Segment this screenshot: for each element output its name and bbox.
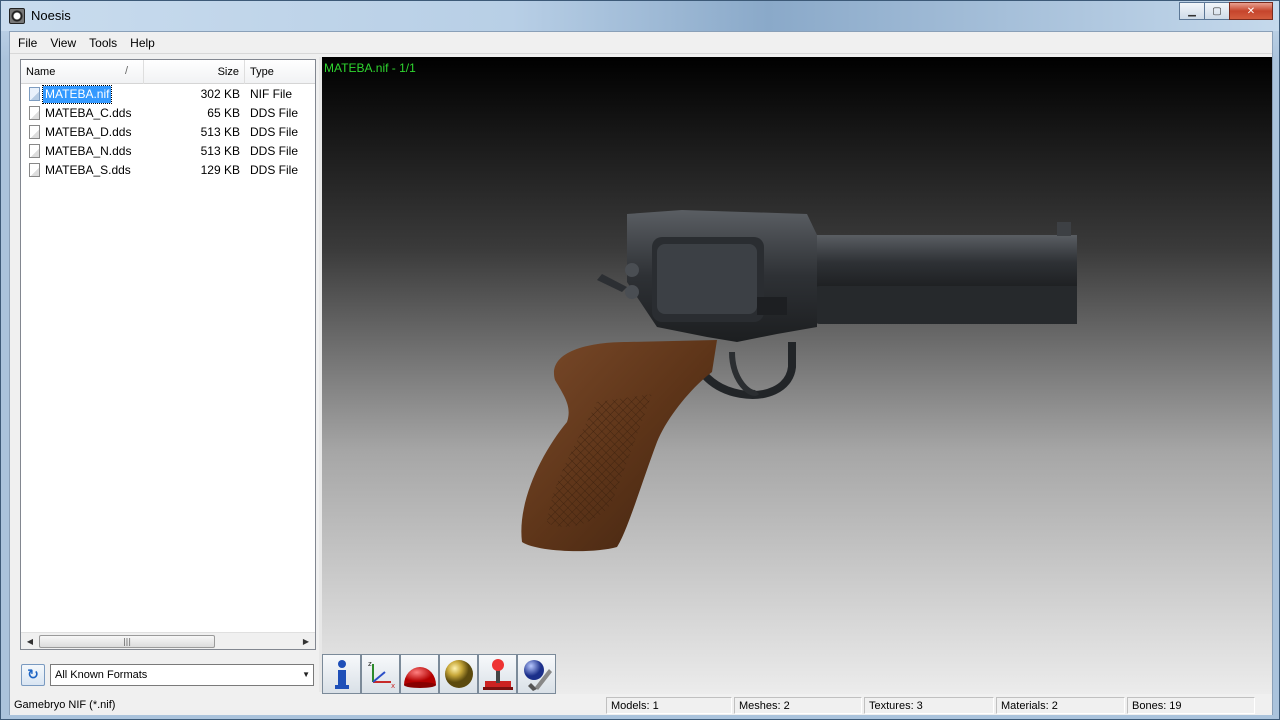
file-name: MATEBA.nif <box>41 85 113 104</box>
globe-brush-icon <box>523 660 552 691</box>
status-format: Gamebryo NIF (*.nif) <box>14 699 116 711</box>
file-size: 513 KB <box>200 144 240 158</box>
maximize-button[interactable]: ▢ <box>1204 2 1230 20</box>
file-type: DDS File <box>250 106 299 120</box>
file-row[interactable]: MATEBA_D.dds 513 KB DDS File <box>21 123 315 142</box>
joystick-button[interactable] <box>478 654 517 694</box>
model-viewport[interactable]: MATEBA.nif - 1/1 <box>322 57 1272 694</box>
joystick-icon <box>482 659 513 690</box>
app-window: Noesis ▁ ▢ ✕ File View Tools Help Name /… <box>0 0 1280 720</box>
file-list[interactable]: Name / Size Type MATEBA.nif 302 KB NIF F… <box>20 59 316 650</box>
file-size: 513 KB <box>200 125 240 139</box>
info-button[interactable] <box>322 654 361 694</box>
axes-button[interactable]: z x <box>361 654 400 694</box>
client-area: File View Tools Help Name / Size Type MA… <box>9 31 1273 715</box>
revolver-model <box>521 210 1077 552</box>
status-textures: Textures: 3 <box>864 697 994 714</box>
file-row[interactable]: MATEBA_C.dds 65 KB DDS File <box>21 104 315 123</box>
menu-view[interactable]: View <box>50 36 76 50</box>
column-name-label: Name <box>26 66 56 78</box>
svg-text:z: z <box>368 660 372 668</box>
dds-file-icon <box>29 106 40 120</box>
file-row[interactable]: MATEBA_S.dds 129 KB DDS File <box>21 161 315 180</box>
format-filter-select[interactable]: All Known Formats ▼ <box>50 664 314 686</box>
dds-file-icon <box>29 163 40 177</box>
status-meshes: Meshes: 2 <box>734 697 862 714</box>
minimize-button[interactable]: ▁ <box>1179 2 1205 20</box>
status-bar: Gamebryo NIF (*.nif) Models: 1 Meshes: 2… <box>10 696 1272 715</box>
file-type: NIF File <box>250 87 292 101</box>
column-header-type[interactable]: Type <box>245 60 315 84</box>
viewport-label: MATEBA.nif - 1/1 <box>324 61 416 75</box>
file-row[interactable]: MATEBA.nif 302 KB NIF File <box>21 85 315 104</box>
file-list-header: Name / Size Type <box>21 60 315 84</box>
file-name: MATEBA_C.dds <box>45 106 132 120</box>
status-bones: Bones: 19 <box>1127 697 1255 714</box>
file-type: DDS File <box>250 144 299 158</box>
globe-brush-button[interactable] <box>517 654 556 694</box>
column-size-label: Size <box>217 66 239 78</box>
red-dome-button[interactable] <box>400 654 439 694</box>
file-type: DDS File <box>250 163 299 177</box>
sort-indicator: / <box>125 65 129 77</box>
status-materials: Materials: 2 <box>996 697 1125 714</box>
chevron-down-icon: ▼ <box>302 670 310 679</box>
column-header-size[interactable]: Size <box>144 60 245 84</box>
menu-tools[interactable]: Tools <box>89 36 117 50</box>
scroll-right-arrow[interactable]: ▶ <box>298 634 314 649</box>
dds-file-icon <box>29 144 40 158</box>
dds-file-icon <box>29 125 40 139</box>
menu-help[interactable]: Help <box>130 36 155 50</box>
close-button[interactable]: ✕ <box>1229 2 1273 20</box>
file-row[interactable]: MATEBA_N.dds 513 KB DDS File <box>21 142 315 161</box>
file-name: MATEBA_D.dds <box>45 125 132 139</box>
scroll-left-arrow[interactable]: ◀ <box>22 634 38 649</box>
file-rows: MATEBA.nif 302 KB NIF File MATEBA_C.dds … <box>21 85 315 180</box>
noesis-app-icon[interactable] <box>9 8 25 24</box>
file-size: 65 KB <box>207 106 240 120</box>
window-controls: ▁ ▢ ✕ <box>1179 2 1273 20</box>
format-filter-value: All Known Formats <box>55 669 148 681</box>
red-dome-icon <box>403 667 436 688</box>
info-icon <box>334 660 349 689</box>
axes-icon: z x <box>368 660 395 690</box>
menu-file[interactable]: File <box>18 36 37 50</box>
sphere-button[interactable] <box>439 654 478 694</box>
file-type: DDS File <box>250 125 299 139</box>
file-size: 129 KB <box>200 163 240 177</box>
viewport-toolbar: z x <box>322 654 556 694</box>
column-type-label: Type <box>250 66 274 78</box>
sphere-icon <box>444 660 473 688</box>
scroll-thumb[interactable]: ||| <box>39 635 215 648</box>
title-bar[interactable]: Noesis ▁ ▢ ✕ <box>1 1 1279 31</box>
refresh-button[interactable]: ↻ <box>21 664 45 686</box>
refresh-icon: ↻ <box>27 667 39 683</box>
horizontal-scrollbar[interactable]: ◀ ||| ▶ <box>21 632 315 649</box>
window-title: Noesis <box>31 8 71 23</box>
status-models: Models: 1 <box>606 697 732 714</box>
file-name: MATEBA_S.dds <box>45 163 131 177</box>
menu-bar: File View Tools Help <box>10 32 1272 54</box>
svg-text:x: x <box>391 682 395 690</box>
file-size: 302 KB <box>200 87 240 101</box>
file-name: MATEBA_N.dds <box>45 144 132 158</box>
nif-file-icon <box>29 87 40 101</box>
